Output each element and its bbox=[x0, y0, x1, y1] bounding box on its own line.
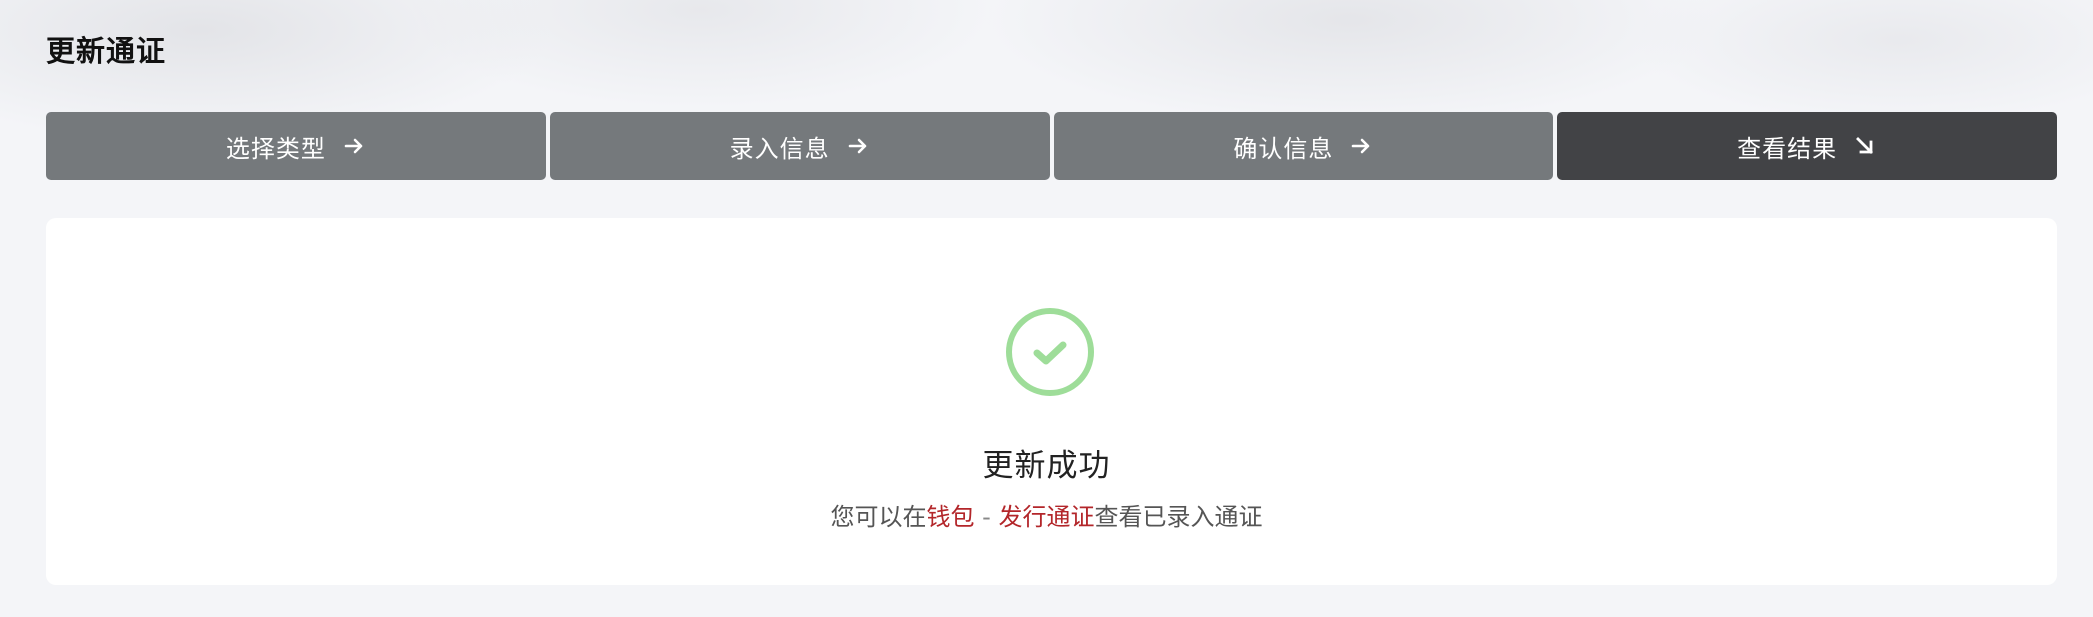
wallet-link[interactable]: 钱包 bbox=[927, 503, 975, 531]
desc-suffix: 查看已录入通证 bbox=[1094, 503, 1263, 531]
step-label: 确认信息 bbox=[1233, 134, 1334, 163]
step-bar: 选择类型 录入信息 确认信息 查看结果 bbox=[46, 112, 2057, 180]
arrow-right-icon bbox=[342, 134, 366, 158]
result-title: 更新成功 bbox=[982, 448, 1111, 484]
issue-token-link[interactable]: 发行通证 bbox=[998, 503, 1094, 531]
page-title: 更新通证 bbox=[46, 34, 167, 68]
step-label: 选择类型 bbox=[225, 134, 326, 163]
step-label: 录入信息 bbox=[729, 134, 830, 163]
step-label: 查看结果 bbox=[1737, 134, 1838, 163]
desc-prefix: 您可以在 bbox=[830, 503, 927, 531]
step-select-type[interactable]: 选择类型 bbox=[46, 112, 546, 180]
arrow-right-icon bbox=[1349, 134, 1373, 158]
arrow-down-right-icon bbox=[1853, 134, 1877, 158]
arrow-right-icon bbox=[846, 134, 870, 158]
result-description: 您可以在钱包 - 发行通证查看已录入通证 bbox=[0, 497, 2093, 532]
step-confirm-info[interactable]: 确认信息 bbox=[1053, 112, 1554, 180]
step-enter-info[interactable]: 录入信息 bbox=[549, 112, 1050, 180]
link-separator: - bbox=[974, 503, 999, 531]
step-view-result[interactable]: 查看结果 bbox=[1557, 112, 2057, 180]
check-circle-icon bbox=[1004, 306, 1096, 398]
